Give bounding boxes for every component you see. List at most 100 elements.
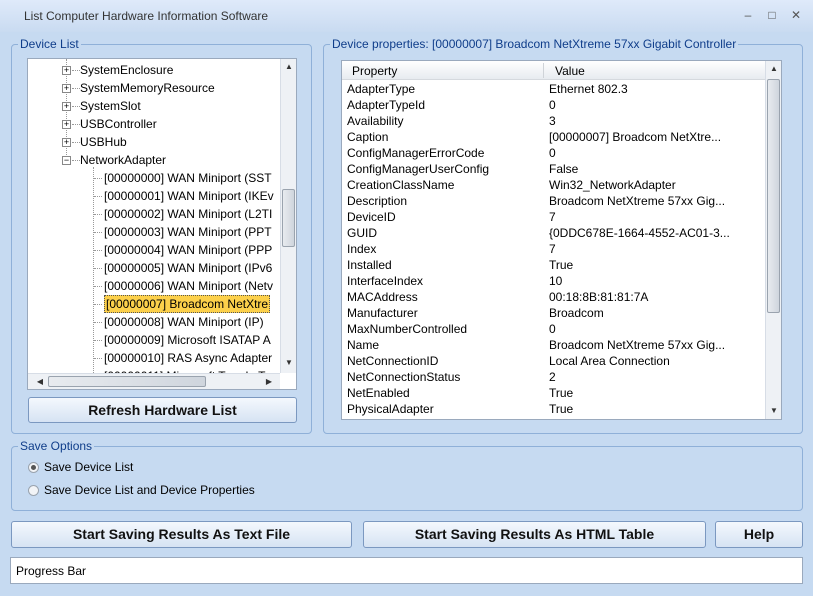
- property-value: 10: [549, 274, 563, 288]
- property-row[interactable]: NetConnectionStatus 2: [342, 369, 765, 385]
- expand-icon[interactable]: +: [62, 138, 71, 147]
- property-row[interactable]: Manufacturer Broadcom: [342, 305, 765, 321]
- tree-item-adapter[interactable]: [00000003] WAN Miniport (PPT: [104, 223, 272, 241]
- tree-item-adapter[interactable]: [00000009] Microsoft ISATAP A: [104, 331, 271, 349]
- close-button[interactable]: ✕: [786, 6, 806, 24]
- properties-scrollbar[interactable]: ▲ ▼: [765, 61, 781, 419]
- save-text-file-button[interactable]: Start Saving Results As Text File: [11, 521, 352, 548]
- tree-item-label: [00000006] WAN Miniport (Netv: [104, 279, 273, 293]
- property-row[interactable]: NetConnectionID Local Area Connection: [342, 353, 765, 369]
- property-row[interactable]: ConfigManagerUserConfig False: [342, 161, 765, 177]
- props-scroll-down-icon[interactable]: ▼: [766, 403, 781, 419]
- tree-item-adapter[interactable]: [00000001] WAN Miniport (IKEv: [104, 187, 274, 205]
- column-value[interactable]: Value: [555, 64, 585, 78]
- collapse-icon[interactable]: −: [62, 156, 71, 165]
- tree-item-category[interactable]: SystemMemoryResource: [80, 79, 215, 97]
- scroll-right-icon[interactable]: ▶: [261, 374, 277, 389]
- tree-horizontal-scrollbar[interactable]: ◀ ▶: [28, 373, 280, 389]
- property-name: ConfigManagerErrorCode: [347, 146, 485, 160]
- scroll-left-icon[interactable]: ◀: [32, 374, 48, 389]
- tree-item-label: USBHub: [80, 135, 127, 149]
- tree-item-adapter[interactable]: [00000004] WAN Miniport (PPP: [104, 241, 272, 259]
- tree-item-label: SystemSlot: [80, 99, 141, 113]
- expand-icon[interactable]: +: [62, 102, 71, 111]
- refresh-hardware-button[interactable]: Refresh Hardware List: [28, 397, 297, 423]
- tree-item-category[interactable]: SystemSlot: [80, 97, 141, 115]
- tree-item-label: [00000005] WAN Miniport (IPv6: [104, 261, 273, 275]
- property-value: 0: [549, 98, 556, 112]
- property-value: Local Area Connection: [549, 354, 670, 368]
- tree-item-category[interactable]: SystemEnclosure: [80, 61, 173, 79]
- property-row[interactable]: NetEnabled True: [342, 385, 765, 401]
- property-name: Installed: [347, 258, 392, 272]
- maximize-button[interactable]: □: [762, 6, 782, 24]
- props-scroll-thumb[interactable]: [767, 79, 780, 313]
- column-property[interactable]: Property: [352, 64, 397, 78]
- property-name: Caption: [347, 130, 389, 144]
- property-row[interactable]: MaxNumberControlled 0: [342, 321, 765, 337]
- property-row[interactable]: GUID {0DDC678E-1664-4552-AC01-3...: [342, 225, 765, 241]
- minimize-button[interactable]: –: [738, 6, 758, 24]
- help-button[interactable]: Help: [715, 521, 803, 548]
- tree-item-adapter[interactable]: [00000008] WAN Miniport (IP): [104, 313, 264, 331]
- property-row[interactable]: Availability 3: [342, 113, 765, 129]
- tree-item-label: [00000000] WAN Miniport (SST: [104, 171, 272, 185]
- tree-vertical-scrollbar[interactable]: ▲ ▼: [280, 59, 296, 373]
- tree-scroll-thumb[interactable]: [282, 189, 295, 247]
- property-row[interactable]: Installed True: [342, 257, 765, 273]
- property-row[interactable]: Description Broadcom NetXtreme 57xx Gig..…: [342, 193, 765, 209]
- property-name: GUID: [347, 226, 377, 240]
- tree-hscroll-thumb[interactable]: [48, 376, 206, 387]
- property-value: True: [549, 386, 574, 400]
- save-device-properties-label[interactable]: Save Device List and Device Properties: [44, 483, 255, 497]
- property-row[interactable]: PhysicalAdapter True: [342, 401, 765, 417]
- property-value: [00000007] Broadcom NetXtre...: [549, 130, 722, 144]
- property-value: Broadcom NetXtreme 57xx Gig...: [549, 194, 726, 208]
- property-value: 2: [549, 370, 556, 384]
- device-tree[interactable]: SystemEnclosure + SystemMemoryResource + Sys…: [27, 58, 297, 390]
- properties-list[interactable]: Property Value AdapterType Ethernet 802.3…: [341, 60, 782, 420]
- tree-item-adapter[interactable]: [00000002] WAN Miniport (L2TI: [104, 205, 272, 223]
- property-value: True: [549, 402, 574, 416]
- tree-item-label: [00000001] WAN Miniport (IKEv: [104, 189, 274, 203]
- property-row[interactable]: AdapterType Ethernet 802.3: [342, 81, 765, 97]
- tree-item-adapter[interactable]: [00000010] RAS Async Adapter: [104, 349, 272, 367]
- scroll-up-icon[interactable]: ▲: [281, 59, 296, 75]
- property-row[interactable]: DeviceID 7: [342, 209, 765, 225]
- expand-icon[interactable]: +: [62, 66, 71, 75]
- tree-item-label: [00000003] WAN Miniport (PPT: [104, 225, 272, 239]
- tree-item-adapter[interactable]: [00000005] WAN Miniport (IPv6: [104, 259, 272, 277]
- save-device-properties-radio[interactable]: [28, 485, 39, 496]
- save-device-list-label[interactable]: Save Device List: [44, 460, 133, 474]
- property-name: MaxNumberControlled: [347, 322, 468, 336]
- expand-icon[interactable]: +: [62, 84, 71, 93]
- tree-item-adapter[interactable]: [00000006] WAN Miniport (Netv: [104, 277, 273, 295]
- progress-bar: Progress Bar: [10, 557, 803, 584]
- tree-item-category[interactable]: NetworkAdapter: [80, 151, 166, 169]
- property-value: 7: [549, 210, 556, 224]
- save-device-list-radio[interactable]: [28, 462, 39, 473]
- property-row[interactable]: Caption [00000007] Broadcom NetXtre...: [342, 129, 765, 145]
- tree-item-category[interactable]: USBController: [80, 115, 157, 133]
- tree-item-adapter[interactable]: [00000007] Broadcom NetXtre: [104, 295, 271, 313]
- tree-item-category[interactable]: USBHub: [80, 133, 127, 151]
- save-options-title: Save Options: [18, 439, 95, 453]
- property-row[interactable]: ConfigManagerErrorCode 0: [342, 145, 765, 161]
- property-name: AdapterType: [347, 82, 416, 96]
- expand-icon[interactable]: +: [62, 120, 71, 129]
- props-scroll-up-icon[interactable]: ▲: [766, 61, 781, 77]
- property-row[interactable]: AdapterTypeId 0: [342, 97, 765, 113]
- property-row[interactable]: Name Broadcom NetXtreme 57xx Gig...: [342, 337, 765, 353]
- tree-item-adapter[interactable]: [00000000] WAN Miniport (SST: [104, 169, 272, 187]
- tree-item-label: [00000008] WAN Miniport (IP): [104, 315, 264, 329]
- property-name: Manufacturer: [347, 306, 418, 320]
- property-row[interactable]: InterfaceIndex 10: [342, 273, 765, 289]
- property-row[interactable]: Index 7: [342, 241, 765, 257]
- save-html-table-button[interactable]: Start Saving Results As HTML Table: [363, 521, 706, 548]
- property-row[interactable]: CreationClassName Win32_NetworkAdapter: [342, 177, 765, 193]
- scroll-down-icon[interactable]: ▼: [281, 355, 296, 371]
- tree-item-label: SystemEnclosure: [80, 63, 174, 77]
- progress-label: Progress Bar: [16, 564, 87, 578]
- property-value: 0: [549, 146, 556, 160]
- property-row[interactable]: MACAddress 00:18:8B:81:81:7A: [342, 289, 765, 305]
